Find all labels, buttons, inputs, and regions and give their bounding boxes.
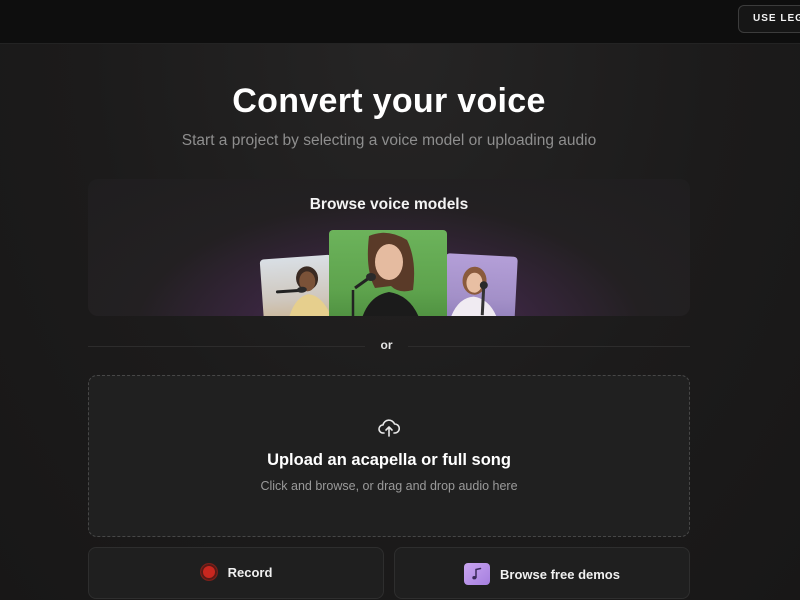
divider-left <box>88 346 365 347</box>
browse-free-demos-button[interactable]: Browse free demos <box>394 547 690 599</box>
page-title: Convert your voice <box>232 82 546 120</box>
upload-title: Upload an acapella or full song <box>267 451 511 469</box>
upload-subtitle: Click and browse, or drag and drop audio… <box>260 479 518 493</box>
record-button[interactable]: Record <box>88 547 384 599</box>
singer-photo-right <box>442 253 518 316</box>
page-subtitle: Start a project by selecting a voice mod… <box>181 132 597 149</box>
singer-photo-center <box>329 230 447 316</box>
singer-photo-left <box>259 254 337 316</box>
or-separator: or <box>380 338 393 352</box>
record-icon <box>199 563 218 581</box>
browse-voice-models-card[interactable]: Browse voice models <box>88 179 690 316</box>
browse-free-demos-label: Browse free demos <box>500 566 620 582</box>
divider-right <box>408 346 690 347</box>
cloud-upload-icon <box>378 418 401 438</box>
use-legacy-button[interactable]: USE LEGACY <box>738 5 800 33</box>
record-label: Record <box>227 564 273 580</box>
audio-upload-dropzone[interactable]: Upload an acapella or full song Click an… <box>88 375 690 537</box>
browse-voice-models-title: Browse voice models <box>309 196 469 213</box>
music-note-icon <box>464 563 491 585</box>
top-bar: USE LEGACY <box>0 0 800 44</box>
